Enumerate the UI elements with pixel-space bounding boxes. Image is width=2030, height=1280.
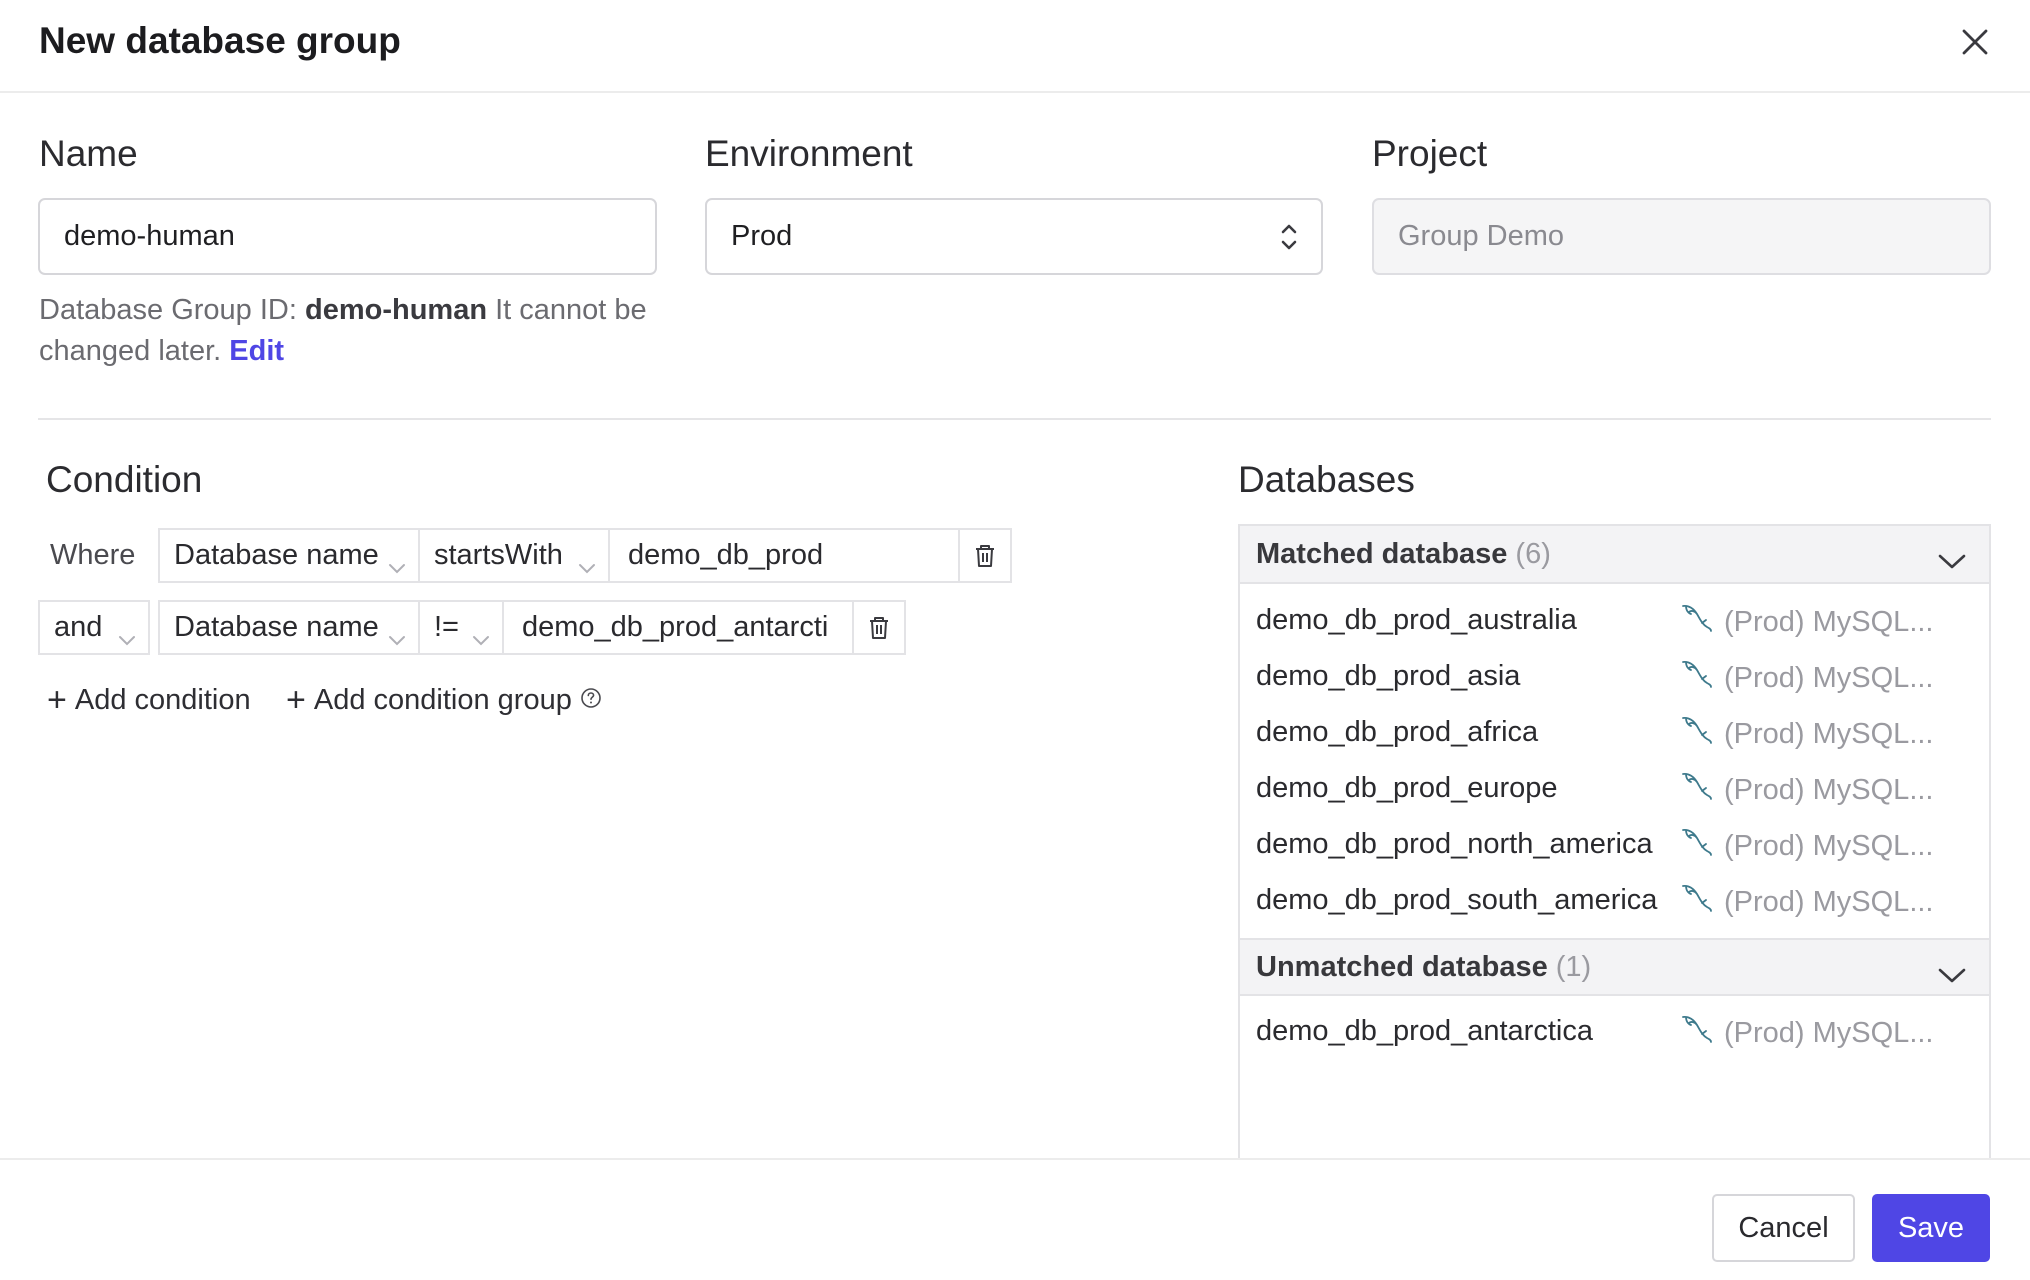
cancel-button[interactable]: Cancel xyxy=(1712,1194,1855,1262)
name-input-value: demo-human xyxy=(64,220,235,252)
name-label: Name xyxy=(39,133,138,174)
field-select-value: Database name xyxy=(174,539,379,571)
conjunction-select-value: and xyxy=(54,611,103,643)
matched-database-header[interactable]: Matched database (6) xyxy=(1240,526,1989,584)
updown-chevron-icon xyxy=(1279,220,1299,262)
database-name[interactable]: demo_db_prod_europe xyxy=(1256,772,1558,805)
name-input[interactable]: demo-human xyxy=(38,198,657,275)
environment-label: Environment xyxy=(705,133,913,174)
operator-select[interactable]: != xyxy=(418,600,504,655)
database-name[interactable]: demo_db_prod_africa xyxy=(1256,716,1538,749)
chevron-down-icon xyxy=(1937,960,1967,993)
delete-condition-button[interactable] xyxy=(958,528,1012,583)
help-circle-icon[interactable] xyxy=(580,684,602,717)
database-instance: (Prod) MySQL... xyxy=(1680,882,1934,922)
mysql-icon xyxy=(1680,826,1714,866)
project-input: Group Demo xyxy=(1372,198,1991,275)
mysql-icon xyxy=(1680,714,1714,754)
field-select[interactable]: Database name xyxy=(158,600,420,655)
edit-id-link[interactable]: Edit xyxy=(229,335,284,367)
condition-title: Condition xyxy=(46,459,203,500)
database-instance-label: (Prod) MySQL... xyxy=(1724,717,1934,750)
chevron-down-icon xyxy=(388,550,406,583)
database-name[interactable]: demo_db_prod_asia xyxy=(1256,660,1520,693)
database-instance-label: (Prod) MySQL... xyxy=(1724,829,1934,862)
chevron-down-icon xyxy=(578,550,596,583)
section-divider xyxy=(38,418,1991,420)
add-condition-label: Add condition xyxy=(74,683,251,716)
database-name[interactable]: demo_db_prod_north_america xyxy=(1256,828,1653,861)
database-instance-label: (Prod) MySQL... xyxy=(1724,661,1934,694)
database-instance: (Prod) MySQL... xyxy=(1680,658,1934,698)
mysql-icon xyxy=(1680,770,1714,810)
database-instance: (Prod) MySQL... xyxy=(1680,1013,1934,1053)
add-condition-group-button[interactable]: + Add condition group xyxy=(286,683,602,717)
databases-title: Databases xyxy=(1238,459,1415,500)
database-instance: (Prod) MySQL... xyxy=(1680,714,1934,754)
hint-prefix: Database Group ID: xyxy=(39,294,297,326)
trash-icon xyxy=(870,616,888,639)
field-select-value: Database name xyxy=(174,611,379,643)
unmatched-database-label: Unmatched database xyxy=(1256,950,1548,983)
unmatched-database-count: (1) xyxy=(1555,950,1592,983)
add-condition-button[interactable]: + Add condition xyxy=(47,683,251,717)
value-input-text: demo_db_prod xyxy=(628,539,824,571)
group-id-hint: Database Group ID: demo-human It cannot … xyxy=(39,290,679,372)
operator-select-value: startsWith xyxy=(434,539,563,571)
trash-icon xyxy=(976,544,994,567)
unmatched-database-header[interactable]: Unmatched database (1) xyxy=(1240,938,1989,996)
environment-select[interactable]: Prod xyxy=(705,198,1323,275)
add-condition-group-label: Add condition group xyxy=(313,683,572,716)
conjunction-select[interactable]: and xyxy=(38,600,150,655)
hint-group-id: demo-human xyxy=(304,294,488,326)
database-instance: (Prod) MySQL... xyxy=(1680,826,1934,866)
project-input-value: Group Demo xyxy=(1398,220,1565,252)
database-name[interactable]: demo_db_prod_antarctica xyxy=(1256,1015,1593,1048)
database-instance: (Prod) MySQL... xyxy=(1680,602,1934,642)
chevron-down-icon xyxy=(118,622,136,655)
value-input[interactable]: demo_db_prod xyxy=(608,528,960,583)
operator-select[interactable]: startsWith xyxy=(418,528,610,583)
close-icon[interactable] xyxy=(1955,22,1995,62)
chevron-down-icon xyxy=(388,622,406,655)
delete-condition-button[interactable] xyxy=(852,600,906,655)
dialog-header: New database group xyxy=(0,0,2030,93)
database-instance-label: (Prod) MySQL... xyxy=(1724,1016,1934,1049)
field-select[interactable]: Database name xyxy=(158,528,420,583)
matched-database-count: (6) xyxy=(1515,537,1551,570)
matched-database-label: Matched database xyxy=(1256,537,1508,570)
value-input[interactable]: demo_db_prod_antarcti xyxy=(502,600,854,655)
where-label: Where xyxy=(50,539,136,571)
chevron-down-icon xyxy=(1937,546,1967,579)
save-button[interactable]: Save xyxy=(1872,1194,1990,1262)
environment-select-value: Prod xyxy=(731,220,793,252)
database-name[interactable]: demo_db_prod_australia xyxy=(1256,604,1577,637)
mysql-icon xyxy=(1680,602,1714,642)
mysql-icon xyxy=(1680,882,1714,922)
dialog-title: New database group xyxy=(39,20,401,61)
chevron-down-icon xyxy=(472,622,490,655)
operator-select-value: != xyxy=(434,611,459,643)
database-instance-label: (Prod) MySQL... xyxy=(1724,773,1934,806)
value-input-text: demo_db_prod_antarcti xyxy=(522,611,829,643)
databases-panel: Matched database (6) demo_db_prod_austra… xyxy=(1238,524,1991,1164)
mysql-icon xyxy=(1680,1013,1714,1053)
mysql-icon xyxy=(1680,658,1714,698)
database-instance-label: (Prod) MySQL... xyxy=(1724,605,1934,638)
database-instance-label: (Prod) MySQL... xyxy=(1724,885,1934,918)
plus-icon: + xyxy=(47,681,67,719)
database-name[interactable]: demo_db_prod_south_america xyxy=(1256,884,1657,917)
database-instance: (Prod) MySQL... xyxy=(1680,770,1934,810)
project-label: Project xyxy=(1372,133,1488,174)
plus-icon: + xyxy=(286,681,306,719)
